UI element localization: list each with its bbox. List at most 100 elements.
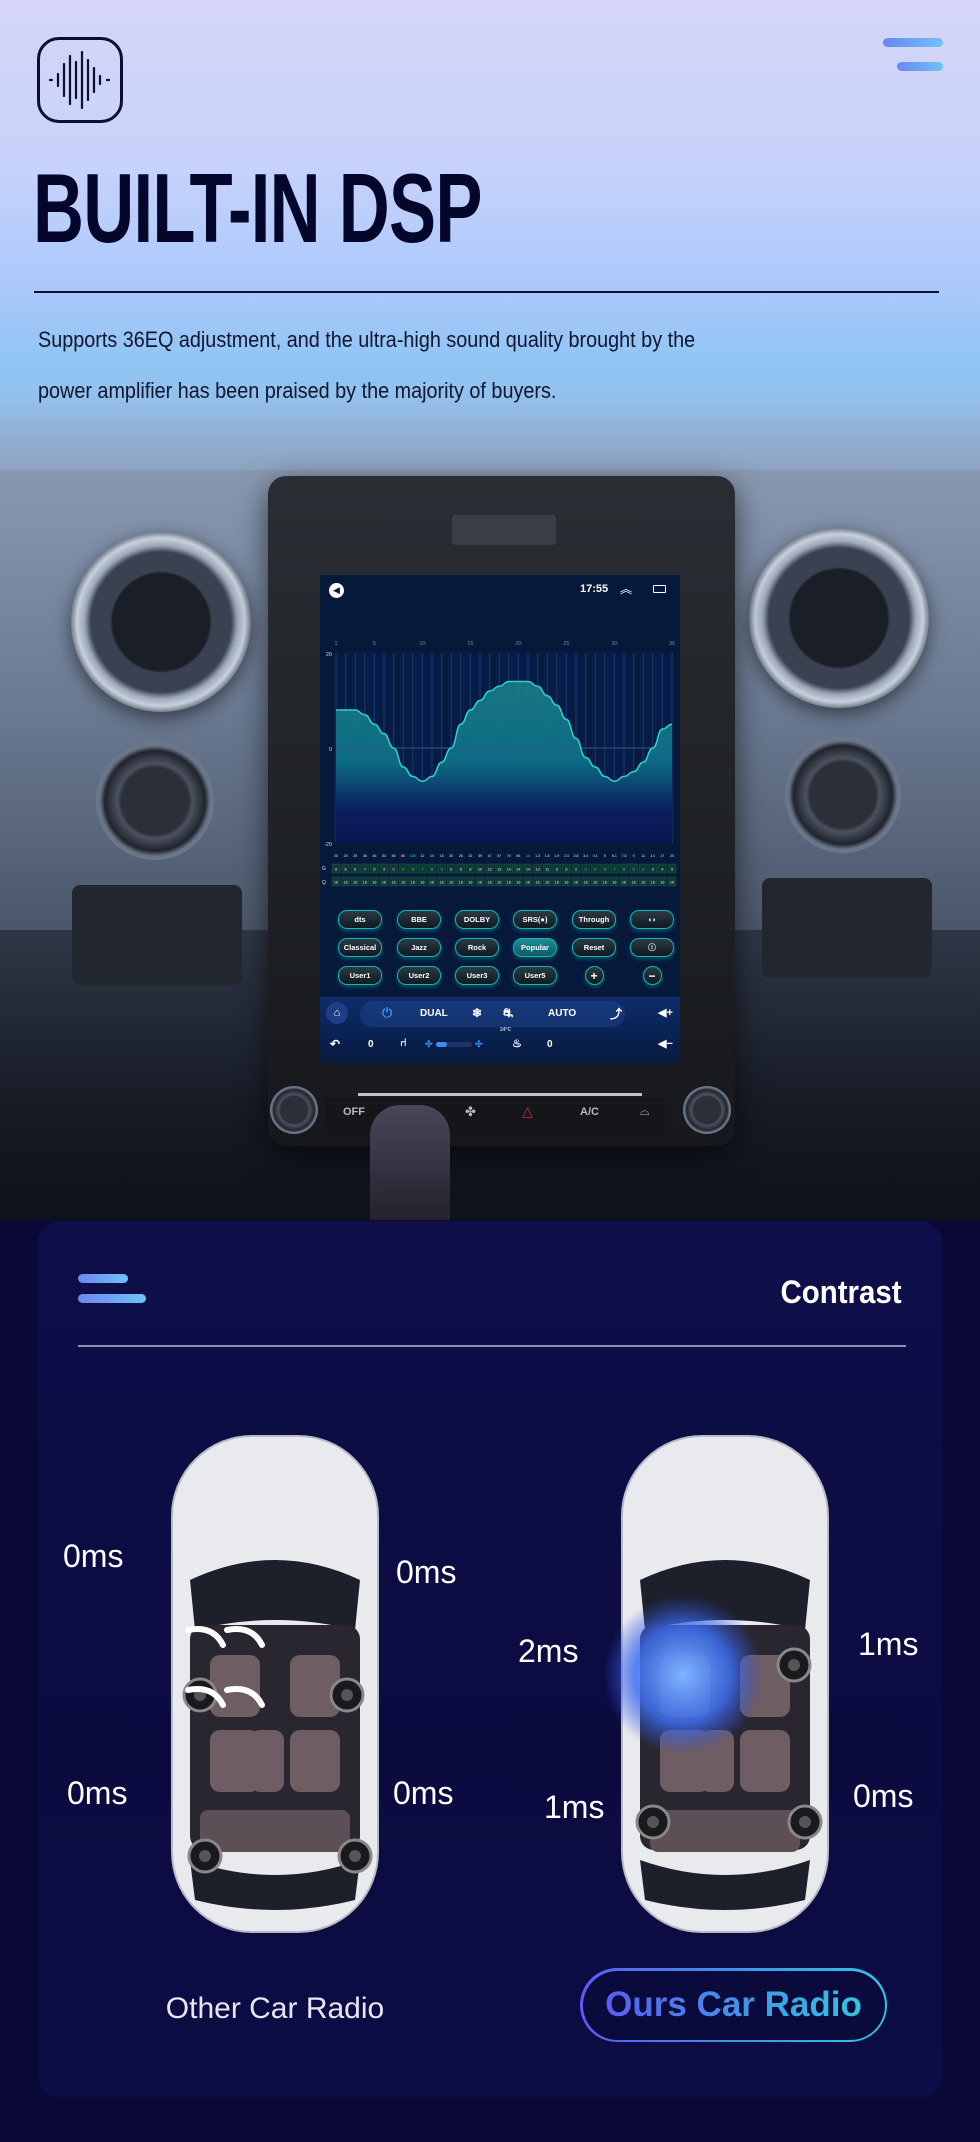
gain-value: 13	[535, 868, 539, 872]
preset-button-rock[interactable]: Rock	[455, 938, 499, 957]
volume-up-icon[interactable]: ◀+	[658, 1006, 673, 1019]
q-value: 16	[660, 881, 664, 885]
menu-bar-top	[78, 1274, 128, 1283]
preset-button-popular[interactable]: Popular	[513, 938, 557, 957]
off-button[interactable]: OFF	[343, 1106, 365, 1118]
gain-value: 6	[412, 868, 414, 872]
ours-car-radio-label: Ours Car Radio	[605, 1985, 862, 2024]
q-value: 16	[545, 881, 549, 885]
frequency-label: 20	[449, 854, 453, 858]
ours-car-radio-button[interactable]: Ours Car Radio	[580, 1968, 887, 2042]
tune-knob[interactable]	[683, 1086, 731, 1134]
gain-value: 12	[487, 868, 491, 872]
gain-value: 4	[594, 868, 596, 872]
airflow-icon[interactable]: ⤴	[610, 1005, 622, 1022]
frequency-label: 12	[420, 854, 424, 858]
fan-slider-fill	[436, 1042, 447, 1047]
preset-button-[interactable]: +	[584, 966, 604, 985]
gain-value: 8	[335, 868, 337, 872]
frequency-label: 14	[430, 854, 434, 858]
preset-button-user1[interactable]: User1	[338, 966, 382, 985]
q-value: 16	[487, 881, 491, 885]
preset-button-user2[interactable]: User2	[397, 966, 441, 985]
left-knob	[96, 742, 214, 860]
seat-heat-icon[interactable]: ♨	[512, 1037, 522, 1050]
sound-wave-icon	[37, 37, 123, 123]
speaker-cone	[647, 1816, 659, 1828]
q-value: 16	[497, 881, 501, 885]
windshield	[190, 1560, 360, 1630]
preset-button-classical[interactable]: Classical	[338, 938, 382, 957]
speaker-cone	[349, 1850, 361, 1862]
preset-button-jazz[interactable]: Jazz	[397, 938, 441, 957]
gain-value: 7	[421, 868, 423, 872]
other-front-left-delay: 0ms	[63, 1538, 124, 1574]
preset-button-[interactable]: ◖◗	[630, 910, 674, 929]
power-icon[interactable]: ⏻	[382, 1005, 392, 1021]
hazard-icon[interactable]: △	[522, 1103, 533, 1120]
snowflake-icon[interactable]: ❄	[472, 1006, 482, 1020]
preset-button-user3[interactable]: User3	[455, 966, 499, 985]
gain-value: 10	[478, 868, 482, 872]
gain-value: 3	[383, 868, 385, 872]
q-value: 16	[564, 881, 568, 885]
fan-high-icon: ✣	[475, 1039, 483, 1049]
seat-icon[interactable]: ⑁	[400, 1037, 407, 1049]
dual-button[interactable]: DUAL	[420, 1008, 448, 1019]
ours-rear-right-delay: 0ms	[853, 1778, 914, 1814]
ac-button[interactable]: A/C	[580, 1106, 599, 1118]
fan-icon[interactable]: ✤	[465, 1104, 476, 1120]
climate-controls	[360, 1001, 625, 1027]
q-value: 16	[535, 881, 539, 885]
other-car-diagram	[171, 1435, 379, 1933]
q-value: 16	[555, 881, 559, 885]
q-value: 16	[641, 881, 645, 885]
q-value: 16	[507, 881, 511, 885]
q-value: 16	[411, 881, 415, 885]
menu-icon[interactable]	[883, 38, 943, 72]
contrast-menu-icon	[78, 1274, 146, 1306]
q-value: 16	[593, 881, 597, 885]
q-value: 16	[631, 881, 635, 885]
fan-slider[interactable]	[436, 1042, 472, 1047]
volume-knob[interactable]	[270, 1086, 318, 1134]
right-air-vent	[749, 528, 929, 708]
preset-button-dolby[interactable]: DOLBY	[455, 910, 499, 929]
auto-button[interactable]: AUTO	[548, 1008, 576, 1019]
gain-value: 0	[393, 868, 395, 872]
volume-down-icon[interactable]: ◀−	[658, 1037, 673, 1050]
return-icon[interactable]: ↶	[330, 1037, 340, 1051]
q-value: 16	[612, 881, 616, 885]
fan-low-icon: ✣	[425, 1039, 433, 1049]
preset-button-reset[interactable]: Reset	[572, 938, 616, 957]
frequency-label: 100	[410, 854, 416, 858]
preset-button-srs[interactable]: SRS(●)	[513, 910, 557, 929]
frequency-label: 9	[633, 854, 635, 858]
preset-button-dts[interactable]: dts	[338, 910, 382, 929]
gain-value: 5	[633, 868, 635, 872]
q-value: 16	[382, 881, 386, 885]
rear-bench	[650, 1810, 800, 1852]
preset-button-[interactable]: ⓘ	[630, 938, 674, 957]
gear-shifter	[370, 1105, 450, 1220]
frequency-label: 70	[507, 854, 511, 858]
defrost-icon[interactable]: ⌓	[640, 1104, 650, 1119]
preset-button-bbe[interactable]: BBE	[397, 910, 441, 929]
frequency-label: 32	[468, 854, 472, 858]
preset-button-[interactable]: −	[642, 966, 662, 985]
frequency-label: 1.3	[535, 854, 540, 858]
divider	[34, 291, 939, 293]
preset-button-through[interactable]: Through	[572, 910, 616, 929]
rear-bench	[200, 1810, 350, 1852]
q-value: 16	[372, 881, 376, 885]
band-tick-label: 20	[515, 641, 521, 647]
gain-value: 2	[585, 868, 587, 872]
contrast-divider	[78, 1345, 906, 1347]
home-icon[interactable]: ⌂	[326, 1002, 348, 1024]
gain-value: 11	[545, 868, 549, 872]
frequency-label: 1.6	[545, 854, 550, 858]
eq-chart[interactable]: 200-201 5 10 15 20 25 30 3620 24 29 36 45 53 65 80 100 1…	[320, 575, 680, 905]
frequency-label: 5	[604, 854, 606, 858]
recirculation-icon[interactable]: ⛐	[503, 1006, 513, 1022]
preset-button-user5[interactable]: User5	[513, 966, 557, 985]
